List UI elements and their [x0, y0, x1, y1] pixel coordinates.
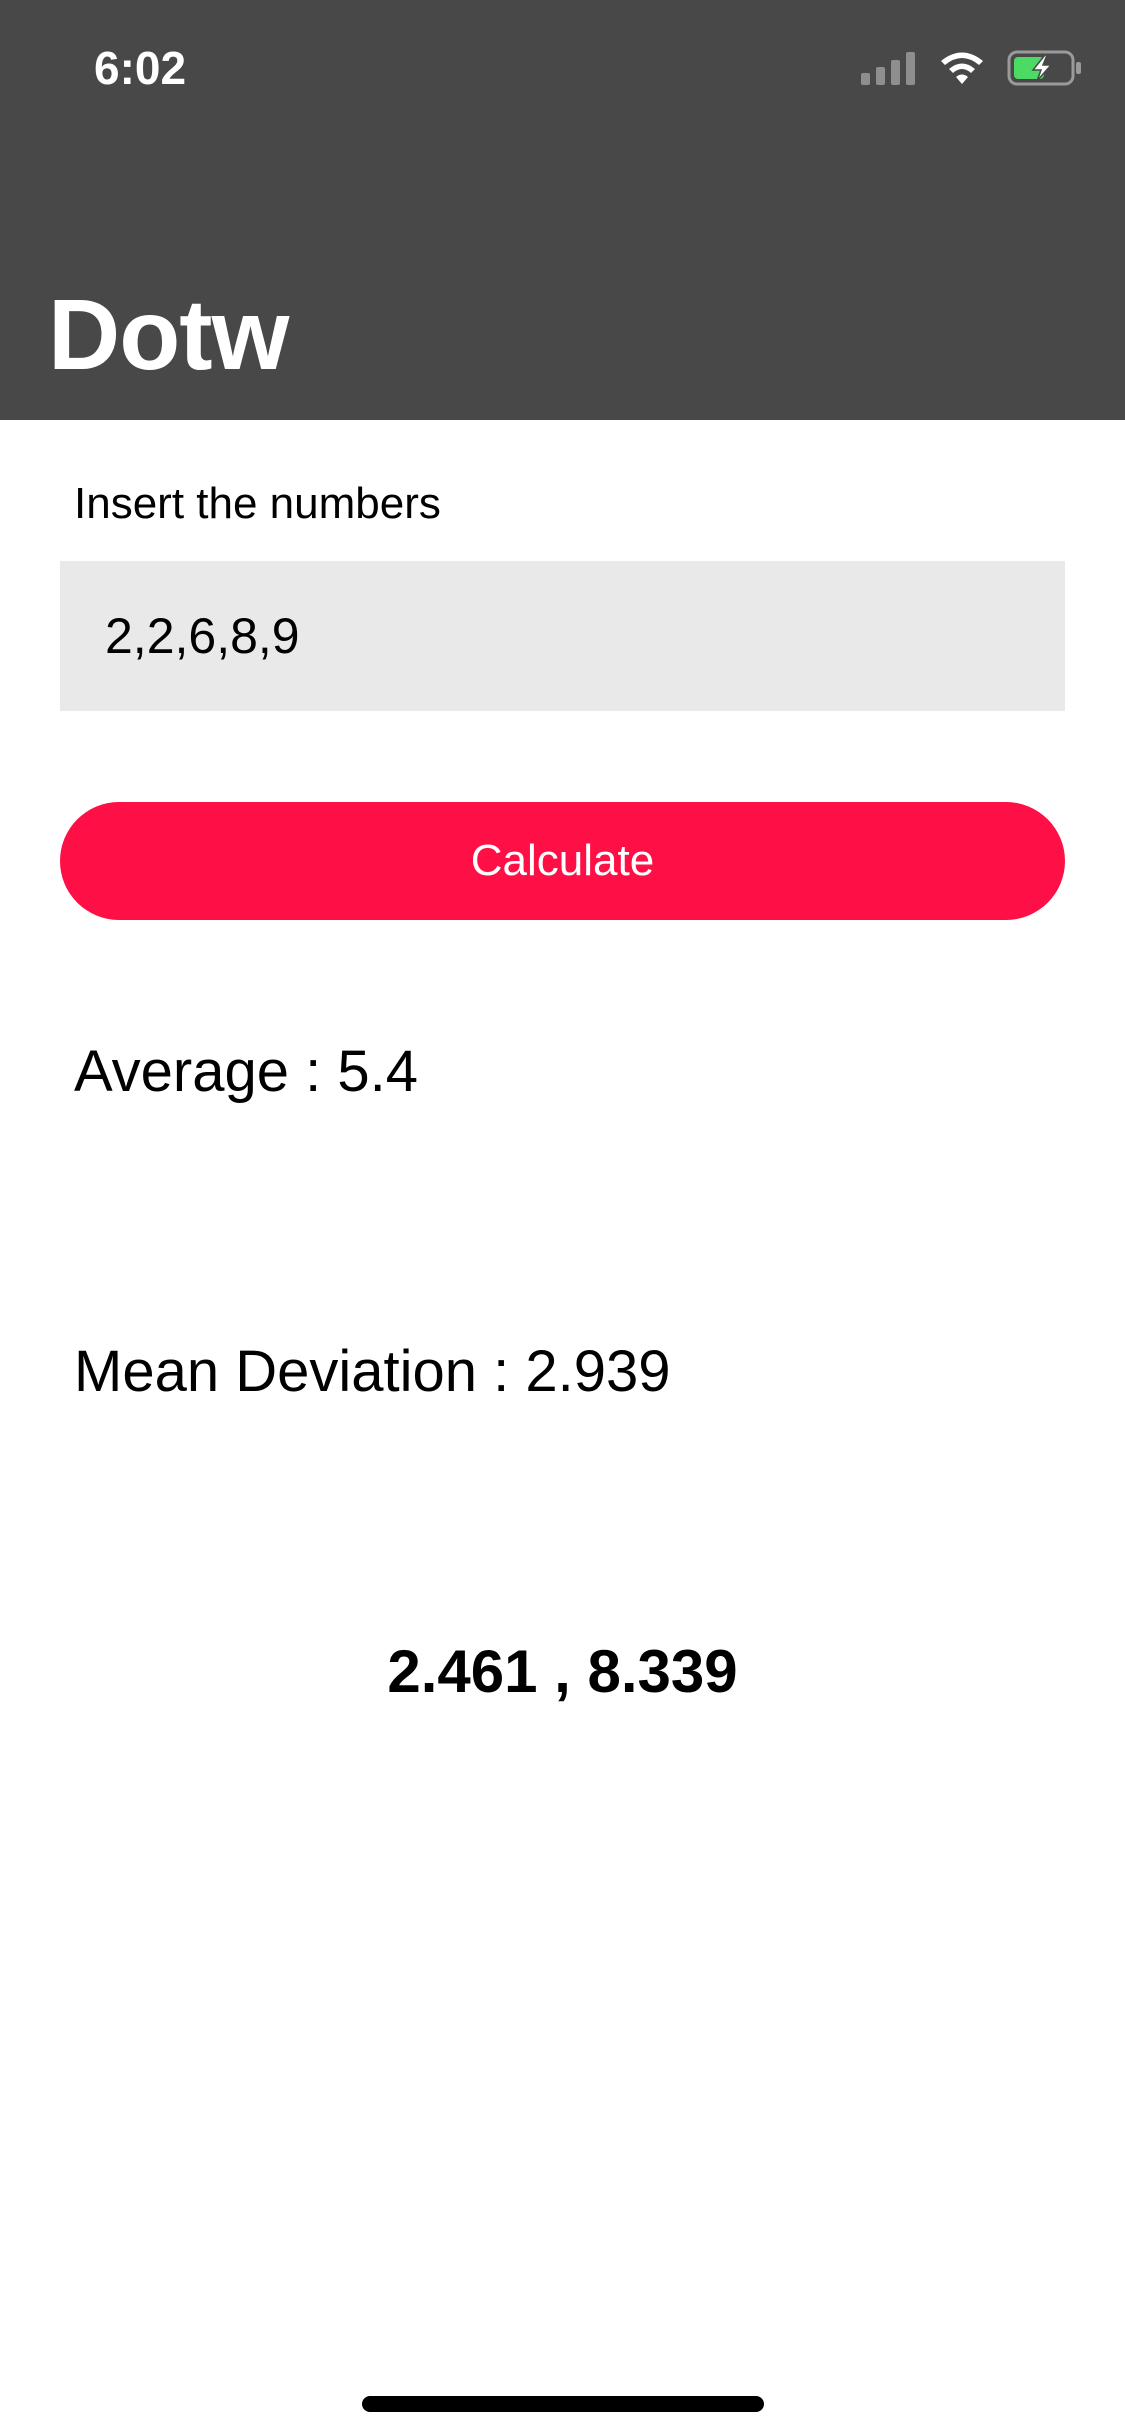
- range-result: 2.461 , 8.339: [387, 1638, 738, 1705]
- app-screen: 6:02 Dotw Insert the numbers 2,2,6,8,9 C…: [0, 0, 1125, 2436]
- numbers-input-label: Insert the numbers: [74, 479, 441, 528]
- cellular-signal-icon: [861, 51, 917, 90]
- status-icons: [861, 46, 1083, 94]
- wifi-icon: [937, 50, 987, 91]
- battery-charging-icon: [1007, 50, 1083, 91]
- home-indicator[interactable]: [362, 2396, 764, 2412]
- status-time: 6:02: [94, 42, 187, 94]
- page-title: Dotw: [48, 279, 289, 391]
- mean-deviation-result: Mean Deviation : 2.939: [74, 1339, 671, 1404]
- app-header: 6:02 Dotw: [0, 0, 1125, 420]
- average-result: Average : 5.4: [74, 1039, 418, 1104]
- calculate-button[interactable]: Calculate: [60, 802, 1065, 920]
- numbers-input[interactable]: [60, 561, 1065, 711]
